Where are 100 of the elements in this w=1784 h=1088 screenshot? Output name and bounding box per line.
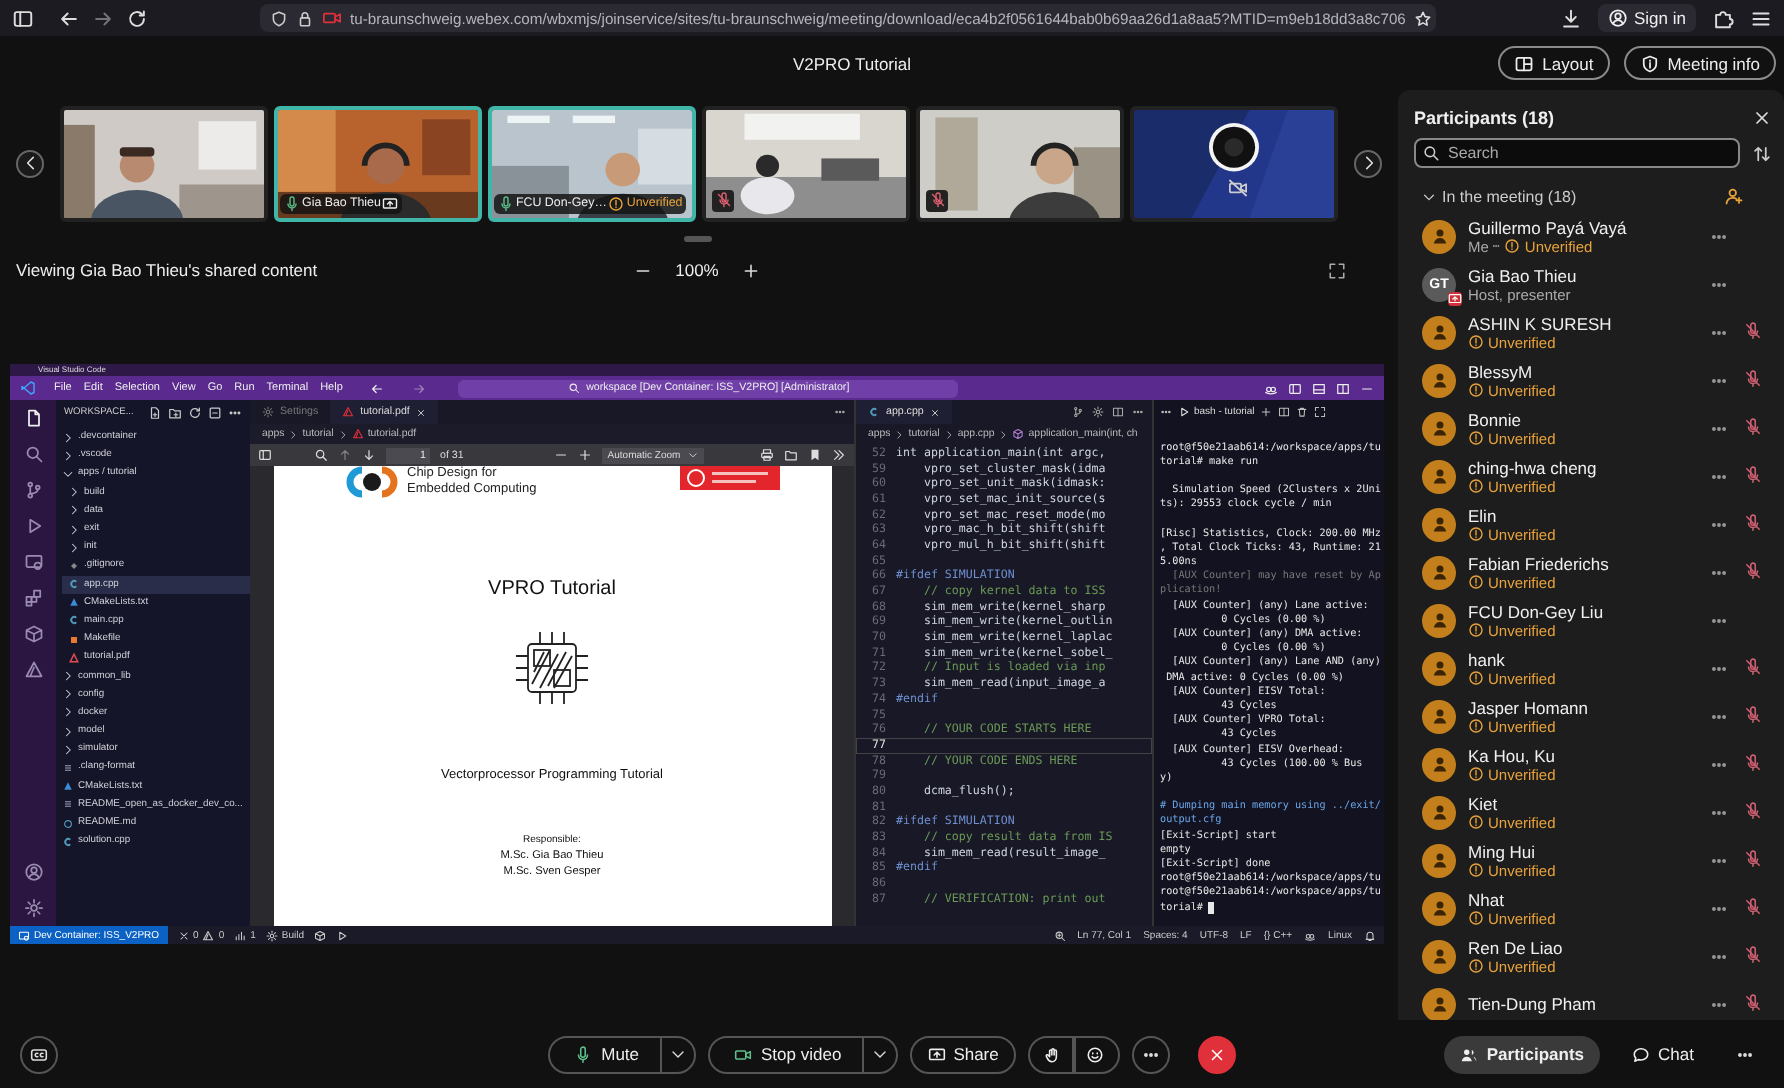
captions-button[interactable]	[20, 1035, 58, 1073]
account-icon[interactable]	[23, 862, 43, 882]
sidebar-icon[interactable]	[12, 7, 34, 29]
leave-button[interactable]	[1198, 1035, 1237, 1073]
maximize-icon[interactable]	[1314, 406, 1327, 418]
smiley-icon	[1086, 1045, 1105, 1063]
participant-name: Ming Hui	[1468, 841, 1538, 861]
person-icon	[1429, 610, 1449, 630]
run-icon[interactable]	[23, 516, 43, 536]
person-add-icon[interactable]	[1724, 186, 1744, 206]
double-chevron-icon[interactable]	[832, 448, 846, 462]
trash-icon[interactable]	[1296, 406, 1309, 418]
people-icon	[1460, 1045, 1479, 1063]
sidebar-icon[interactable]	[1288, 381, 1302, 395]
triangle-icon[interactable]	[23, 660, 43, 680]
panel-icon[interactable]	[1312, 381, 1326, 395]
chevron-right-icon	[894, 429, 905, 439]
star-icon[interactable]	[1413, 9, 1432, 27]
reactions-button[interactable]	[1074, 1035, 1121, 1073]
close-icon[interactable]	[1752, 108, 1772, 128]
search-field[interactable]: Search	[1414, 138, 1740, 168]
hand-icon	[1044, 1045, 1063, 1063]
back-icon[interactable]	[370, 381, 385, 395]
run-icon[interactable]	[336, 929, 348, 941]
participant-name: hank	[1468, 649, 1507, 669]
sidebar-icon[interactable]	[258, 448, 272, 462]
more-icon[interactable]	[1132, 406, 1144, 418]
zoom-in-icon[interactable]	[577, 448, 592, 462]
source-control-icon[interactable]	[23, 480, 43, 500]
previous-button[interactable]	[16, 149, 44, 177]
split-icon[interactable]	[1112, 406, 1124, 418]
group-header[interactable]: In the meeting (18)	[1414, 187, 1577, 205]
bell-icon[interactable]	[1364, 929, 1376, 941]
fullscreen-icon[interactable]	[1328, 261, 1346, 279]
more-icon[interactable]	[1160, 406, 1172, 418]
collapse-icon[interactable]	[207, 405, 222, 419]
stop-video-button[interactable]: Stop video	[709, 1037, 862, 1071]
settings-icon[interactable]	[1092, 406, 1104, 418]
settings-icon[interactable]	[23, 898, 43, 918]
more-button[interactable]	[1132, 1035, 1171, 1073]
raise-hand-button[interactable]	[1028, 1035, 1075, 1073]
share-button[interactable]: Share	[909, 1035, 1017, 1073]
compare-icon[interactable]	[1072, 406, 1084, 418]
reload-icon[interactable]	[126, 7, 148, 29]
files-icon[interactable]	[23, 408, 43, 428]
refresh-icon[interactable]	[187, 405, 202, 419]
menu-icon[interactable]	[1750, 7, 1772, 29]
close-icon[interactable]	[415, 407, 426, 417]
sort-icon[interactable]	[1752, 143, 1772, 163]
forward-icon[interactable]	[92, 7, 114, 29]
pdf-file-icon	[68, 651, 80, 664]
split-icon[interactable]	[1278, 406, 1291, 418]
participant-name: Nhat	[1468, 889, 1506, 909]
search-icon[interactable]	[314, 448, 328, 462]
folder-icon[interactable]	[784, 448, 798, 462]
zoom-icon[interactable]	[1053, 929, 1066, 941]
zoom-out-icon[interactable]	[553, 448, 568, 462]
chevron-down-icon	[62, 467, 74, 480]
download-icon[interactable]	[1560, 7, 1582, 29]
share-screen-icon	[927, 1045, 946, 1063]
chevron-right-icon	[943, 429, 954, 439]
copilot-icon[interactable]	[1304, 929, 1317, 941]
close-icon[interactable]	[929, 407, 940, 417]
bookmark-icon[interactable]	[808, 448, 822, 462]
unverified-icon	[1468, 382, 1484, 398]
zoom-in-button[interactable]	[742, 261, 761, 279]
zoom-level: 100%	[675, 260, 719, 280]
cpp-file-icon	[68, 614, 80, 627]
extensions-icon[interactable]	[1712, 7, 1734, 29]
caret-icon	[871, 1046, 888, 1062]
plus-icon[interactable]	[1260, 406, 1273, 418]
extensions-icon[interactable]	[23, 588, 43, 608]
next-button[interactable]	[1354, 149, 1382, 177]
layout-button[interactable]: Layout	[1498, 46, 1610, 80]
resize-handle[interactable]	[683, 236, 711, 242]
mute-button[interactable]: Mute	[549, 1037, 660, 1071]
up-arrow-icon[interactable]	[338, 448, 352, 462]
back-icon[interactable]	[58, 7, 80, 29]
camera-icon	[322, 8, 342, 28]
new-file-icon[interactable]	[147, 405, 162, 419]
print-icon[interactable]	[760, 448, 774, 462]
caret-icon	[688, 450, 699, 460]
sign-in-button[interactable]: Sign in	[1598, 4, 1696, 32]
more-icon[interactable]	[834, 406, 846, 418]
box-icon[interactable]	[23, 624, 43, 644]
function-icon	[1012, 428, 1025, 440]
new-folder-icon[interactable]	[167, 405, 182, 419]
down-arrow-icon[interactable]	[362, 448, 376, 462]
copilot-icon[interactable]	[1264, 381, 1278, 395]
document-title: VPRO Tutorial	[488, 578, 616, 600]
participant-name: Ka Hou, Ku	[1468, 745, 1557, 765]
person-icon	[1429, 562, 1449, 582]
terminal-icon	[1178, 406, 1190, 418]
remote-icon[interactable]	[23, 552, 43, 572]
chat-button[interactable]: Chat	[1616, 1035, 1710, 1073]
meeting-info-button[interactable]: Meeting info	[1623, 46, 1776, 80]
cpp-file-icon	[868, 406, 880, 418]
forward-icon[interactable]	[412, 381, 427, 395]
search-icon[interactable]	[23, 444, 43, 464]
participants-button[interactable]: Participants	[1444, 1035, 1601, 1073]
